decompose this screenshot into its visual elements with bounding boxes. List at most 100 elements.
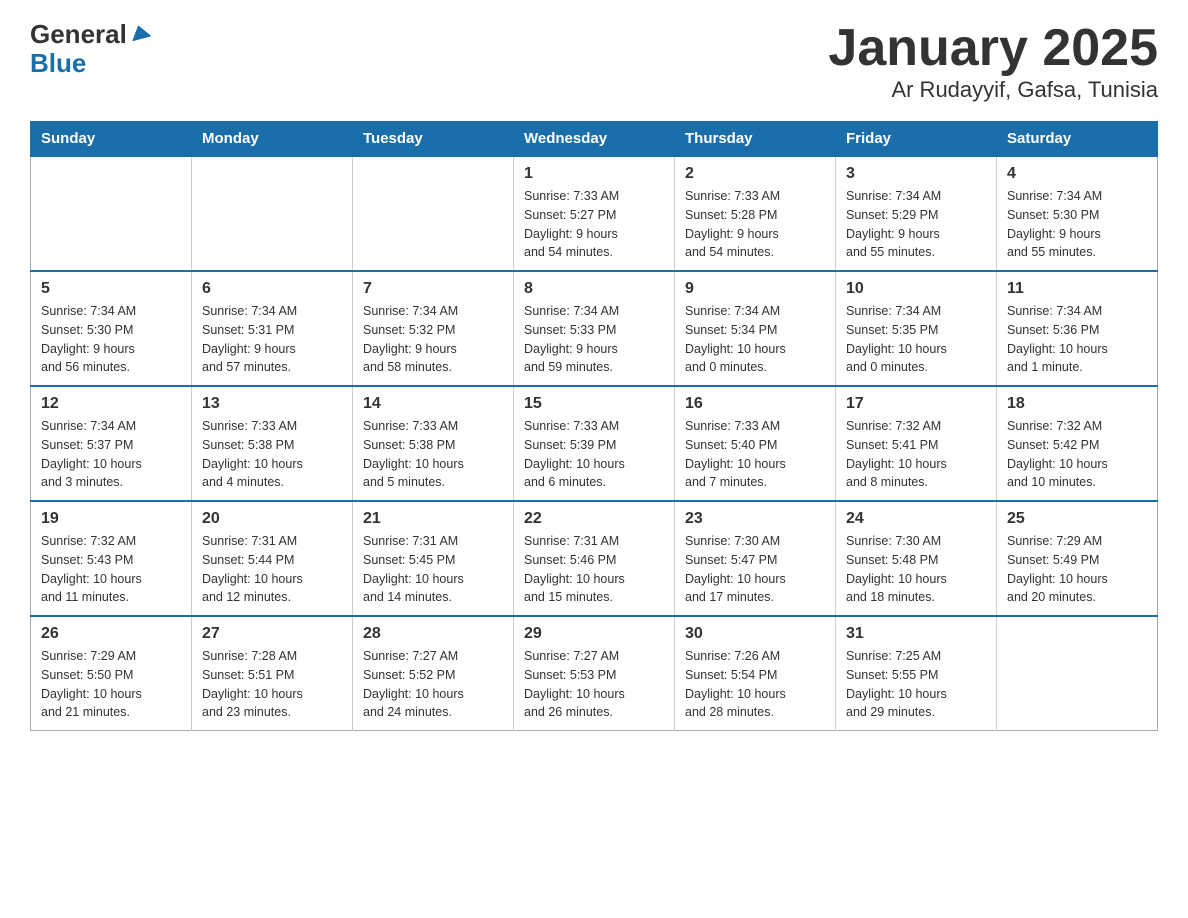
day-info: Sunrise: 7:34 AM Sunset: 5:32 PM Dayligh… bbox=[363, 302, 503, 377]
table-row: 30Sunrise: 7:26 AM Sunset: 5:54 PM Dayli… bbox=[675, 616, 836, 731]
day-number: 21 bbox=[363, 510, 503, 528]
day-info: Sunrise: 7:32 AM Sunset: 5:42 PM Dayligh… bbox=[1007, 417, 1147, 492]
day-info: Sunrise: 7:33 AM Sunset: 5:27 PM Dayligh… bbox=[524, 187, 664, 262]
day-number: 11 bbox=[1007, 280, 1147, 298]
table-row: 31Sunrise: 7:25 AM Sunset: 5:55 PM Dayli… bbox=[836, 616, 997, 731]
day-number: 23 bbox=[685, 510, 825, 528]
page-header: General Blue January 2025 Ar Rudayyif, G… bbox=[30, 20, 1158, 103]
day-info: Sunrise: 7:27 AM Sunset: 5:53 PM Dayligh… bbox=[524, 647, 664, 722]
day-info: Sunrise: 7:31 AM Sunset: 5:46 PM Dayligh… bbox=[524, 532, 664, 607]
table-row: 1 Sunrise: 7:33 AM Sunset: 5:27 PM Daylig… bbox=[514, 156, 675, 271]
day-info: Sunrise: 7:29 AM Sunset: 5:50 PM Dayligh… bbox=[41, 647, 181, 722]
day-number: 26 bbox=[41, 625, 181, 643]
table-row: 14 Sunrise: 7:33 AM Sunset: 5:38 PM Dayli… bbox=[353, 386, 514, 501]
table-row: 20 Sunrise: 7:31 AM Sunset: 5:44 PM Dayli… bbox=[192, 501, 353, 616]
table-row: 29 Sunrise: 7:27 AM Sunset: 5:53 PM Dayli… bbox=[514, 616, 675, 731]
table-row: 16 Sunrise: 7:33 AM Sunset: 5:40 PM Dayli… bbox=[675, 386, 836, 501]
day-number: 25 bbox=[1007, 510, 1147, 528]
day-number: 15 bbox=[524, 395, 664, 413]
day-info: Sunrise: 7:34 AM Sunset: 5:37 PM Dayligh… bbox=[41, 417, 181, 492]
header-monday: Monday bbox=[192, 122, 353, 157]
day-info: Sunrise: 7:34 AM Sunset: 5:35 PM Dayligh… bbox=[846, 302, 986, 377]
table-row: 15Sunrise: 7:33 AM Sunset: 5:39 PM Dayli… bbox=[514, 386, 675, 501]
day-number: 28 bbox=[363, 625, 503, 643]
table-row: 18 Sunrise: 7:32 AM Sunset: 5:42 PM Dayli… bbox=[997, 386, 1158, 501]
day-info: Sunrise: 7:34 AM Sunset: 5:33 PM Dayligh… bbox=[524, 302, 664, 377]
table-row: 26 Sunrise: 7:29 AM Sunset: 5:50 PM Dayli… bbox=[31, 616, 192, 731]
table-row: 23 Sunrise: 7:30 AM Sunset: 5:47 PM Dayli… bbox=[675, 501, 836, 616]
calendar-subtitle: Ar Rudayyif, Gafsa, Tunisia bbox=[828, 77, 1158, 103]
header-wednesday: Wednesday bbox=[514, 122, 675, 157]
header-thursday: Thursday bbox=[675, 122, 836, 157]
day-number: 29 bbox=[524, 625, 664, 643]
table-row: 6Sunrise: 7:34 AM Sunset: 5:31 PM Daylig… bbox=[192, 271, 353, 386]
day-number: 19 bbox=[41, 510, 181, 528]
table-row: 9Sunrise: 7:34 AM Sunset: 5:34 PM Daylig… bbox=[675, 271, 836, 386]
table-row: 22 Sunrise: 7:31 AM Sunset: 5:46 PM Dayli… bbox=[514, 501, 675, 616]
day-number: 10 bbox=[846, 280, 986, 298]
day-number: 13 bbox=[202, 395, 342, 413]
calendar-title: January 2025 bbox=[828, 20, 1158, 77]
day-number: 14 bbox=[363, 395, 503, 413]
header-sunday: Sunday bbox=[31, 122, 192, 157]
calendar-week-row: 1 Sunrise: 7:33 AM Sunset: 5:27 PM Daylig… bbox=[31, 156, 1158, 271]
day-info: Sunrise: 7:33 AM Sunset: 5:40 PM Dayligh… bbox=[685, 417, 825, 492]
day-info: Sunrise: 7:30 AM Sunset: 5:48 PM Dayligh… bbox=[846, 532, 986, 607]
table-row: 3 Sunrise: 7:34 AM Sunset: 5:29 PM Daylig… bbox=[836, 156, 997, 271]
calendar-week-row: 26 Sunrise: 7:29 AM Sunset: 5:50 PM Dayli… bbox=[31, 616, 1158, 731]
day-number: 30 bbox=[685, 625, 825, 643]
day-info: Sunrise: 7:33 AM Sunset: 5:38 PM Dayligh… bbox=[363, 417, 503, 492]
day-number: 16 bbox=[685, 395, 825, 413]
logo-general: General bbox=[30, 20, 127, 49]
day-info: Sunrise: 7:34 AM Sunset: 5:29 PM Dayligh… bbox=[846, 187, 986, 262]
day-number: 24 bbox=[846, 510, 986, 528]
day-number: 8 bbox=[524, 280, 664, 298]
table-row: 10 Sunrise: 7:34 AM Sunset: 5:35 PM Dayli… bbox=[836, 271, 997, 386]
header-friday: Friday bbox=[836, 122, 997, 157]
day-number: 22 bbox=[524, 510, 664, 528]
table-row: 11 Sunrise: 7:34 AM Sunset: 5:36 PM Dayli… bbox=[997, 271, 1158, 386]
title-block: January 2025 Ar Rudayyif, Gafsa, Tunisia bbox=[828, 20, 1158, 103]
calendar-table: Sunday Monday Tuesday Wednesday Thursday… bbox=[30, 121, 1158, 731]
table-row: 24 Sunrise: 7:30 AM Sunset: 5:48 PM Dayli… bbox=[836, 501, 997, 616]
day-number: 1 bbox=[524, 165, 664, 183]
day-number: 20 bbox=[202, 510, 342, 528]
header-saturday: Saturday bbox=[997, 122, 1158, 157]
day-number: 18 bbox=[1007, 395, 1147, 413]
table-row: 12 Sunrise: 7:34 AM Sunset: 5:37 PM Dayli… bbox=[31, 386, 192, 501]
day-number: 9 bbox=[685, 280, 825, 298]
table-row bbox=[997, 616, 1158, 731]
header-tuesday: Tuesday bbox=[353, 122, 514, 157]
day-number: 17 bbox=[846, 395, 986, 413]
table-row: 21 Sunrise: 7:31 AM Sunset: 5:45 PM Dayli… bbox=[353, 501, 514, 616]
table-row: 5Sunrise: 7:34 AM Sunset: 5:30 PM Daylig… bbox=[31, 271, 192, 386]
day-info: Sunrise: 7:31 AM Sunset: 5:44 PM Dayligh… bbox=[202, 532, 342, 607]
table-row: 25 Sunrise: 7:29 AM Sunset: 5:49 PM Dayli… bbox=[997, 501, 1158, 616]
logo-triangle-icon bbox=[129, 22, 151, 46]
table-row: 17Sunrise: 7:32 AM Sunset: 5:41 PM Dayli… bbox=[836, 386, 997, 501]
calendar-week-row: 19Sunrise: 7:32 AM Sunset: 5:43 PM Dayli… bbox=[31, 501, 1158, 616]
table-row: 8 Sunrise: 7:34 AM Sunset: 5:33 PM Daylig… bbox=[514, 271, 675, 386]
table-row: 13 Sunrise: 7:33 AM Sunset: 5:38 PM Dayli… bbox=[192, 386, 353, 501]
table-row bbox=[353, 156, 514, 271]
day-info: Sunrise: 7:34 AM Sunset: 5:36 PM Dayligh… bbox=[1007, 302, 1147, 377]
calendar-header-row: Sunday Monday Tuesday Wednesday Thursday… bbox=[31, 122, 1158, 157]
table-row: 28Sunrise: 7:27 AM Sunset: 5:52 PM Dayli… bbox=[353, 616, 514, 731]
calendar-week-row: 12 Sunrise: 7:34 AM Sunset: 5:37 PM Dayli… bbox=[31, 386, 1158, 501]
day-info: Sunrise: 7:33 AM Sunset: 5:38 PM Dayligh… bbox=[202, 417, 342, 492]
table-row bbox=[192, 156, 353, 271]
day-number: 27 bbox=[202, 625, 342, 643]
table-row: 27Sunrise: 7:28 AM Sunset: 5:51 PM Dayli… bbox=[192, 616, 353, 731]
day-info: Sunrise: 7:29 AM Sunset: 5:49 PM Dayligh… bbox=[1007, 532, 1147, 607]
day-info: Sunrise: 7:34 AM Sunset: 5:30 PM Dayligh… bbox=[41, 302, 181, 377]
logo: General Blue bbox=[30, 20, 151, 77]
day-number: 3 bbox=[846, 165, 986, 183]
day-info: Sunrise: 7:33 AM Sunset: 5:28 PM Dayligh… bbox=[685, 187, 825, 262]
day-info: Sunrise: 7:30 AM Sunset: 5:47 PM Dayligh… bbox=[685, 532, 825, 607]
day-info: Sunrise: 7:31 AM Sunset: 5:45 PM Dayligh… bbox=[363, 532, 503, 607]
day-number: 6 bbox=[202, 280, 342, 298]
table-row: 7Sunrise: 7:34 AM Sunset: 5:32 PM Daylig… bbox=[353, 271, 514, 386]
calendar-week-row: 5Sunrise: 7:34 AM Sunset: 5:30 PM Daylig… bbox=[31, 271, 1158, 386]
table-row: 19Sunrise: 7:32 AM Sunset: 5:43 PM Dayli… bbox=[31, 501, 192, 616]
day-number: 12 bbox=[41, 395, 181, 413]
